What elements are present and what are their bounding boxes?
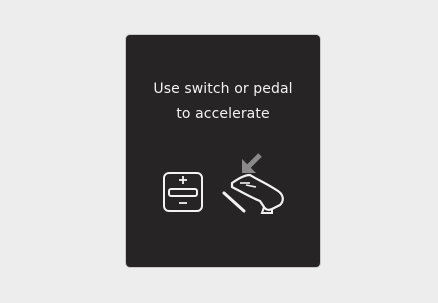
accelerate-switch-icon <box>163 172 203 212</box>
accelerator-pedal-icon <box>222 153 284 214</box>
message-line-1: Use switch or pedal <box>153 81 293 97</box>
instrument-cluster-display: Use switch or pedal to accelerate <box>125 34 321 268</box>
message-line-2: to accelerate <box>176 106 270 122</box>
